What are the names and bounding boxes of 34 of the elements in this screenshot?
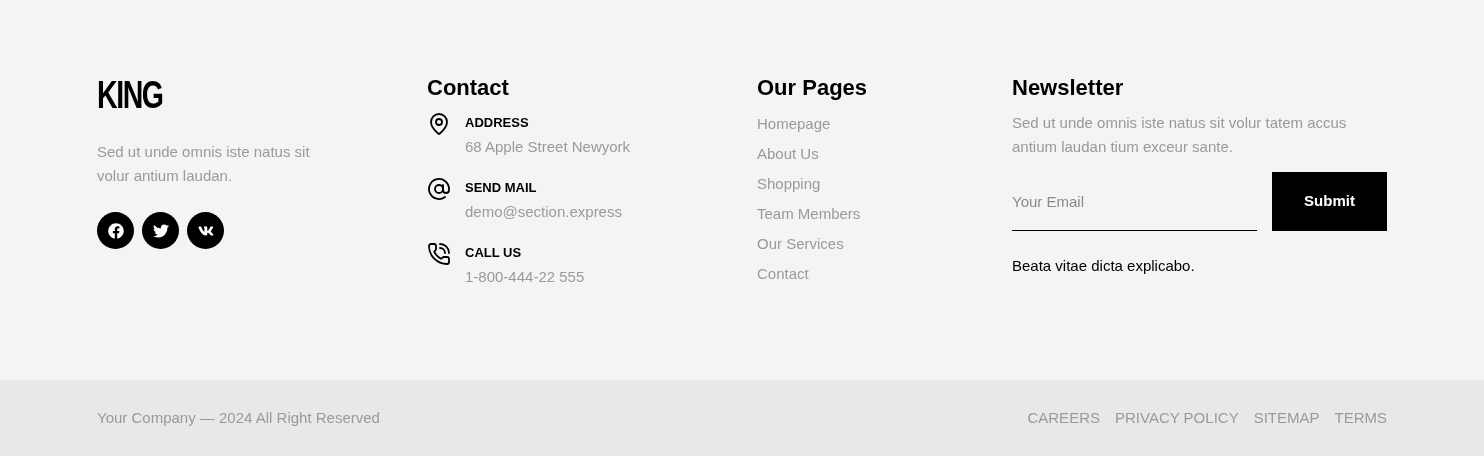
contact-label: ADDRESS <box>465 114 530 132</box>
social-button[interactable] <box>142 212 179 249</box>
contact-label: CALL US <box>465 244 523 262</box>
page-link[interactable]: Homepage <box>757 109 831 139</box>
contact-value: 1-800-444-22 555 <box>465 267 585 287</box>
page-link[interactable]: Team Members <box>757 199 861 229</box>
facebook-icon <box>107 222 124 239</box>
contact-label: SEND MAIL <box>465 179 538 197</box>
newsletter-description: Sed ut unde omnis iste natus sit volur tatem accus antium laudan tium exceur sante. <box>1012 113 1348 157</box>
logo[interactable]: KING <box>97 76 163 114</box>
social-button[interactable] <box>187 212 224 249</box>
section-heading: Contact <box>427 76 510 100</box>
footer-link[interactable]: SITEMAP <box>1253 406 1320 430</box>
section-heading: Newsletter <box>1012 76 1125 100</box>
page-link[interactable]: Shopping <box>757 169 821 199</box>
email-field[interactable]: Your Email <box>1012 172 1257 231</box>
newsletter-note: Beata vitae dicta explicabo. <box>1012 256 1196 276</box>
footer-link[interactable]: PRIVACY POLICY <box>1115 406 1239 430</box>
at-sign-icon <box>427 177 451 201</box>
contact-value: demo@section.express <box>465 202 622 222</box>
copyright-text: Your Company — 2024 All Right Reserved <box>97 407 380 428</box>
page-link[interactable]: Our Services <box>757 229 844 259</box>
footer-link[interactable]: TERMS <box>1334 406 1387 430</box>
page-link[interactable]: Contact <box>757 259 809 289</box>
contact-value: 68 Apple Street Newyork <box>465 137 631 157</box>
bird-icon <box>152 222 169 239</box>
page-link[interactable]: About Us <box>757 139 819 169</box>
location-pin-icon <box>427 112 451 136</box>
footer-link[interactable]: CAREERS <box>1027 406 1100 430</box>
brand-description: Sed ut unde omnis iste natus sit volur antium laudan. <box>97 142 311 186</box>
phone-icon <box>427 242 451 266</box>
submit-button[interactable]: Submit <box>1272 172 1387 231</box>
section-heading: Our Pages <box>757 76 869 100</box>
social-button[interactable] <box>97 212 134 249</box>
